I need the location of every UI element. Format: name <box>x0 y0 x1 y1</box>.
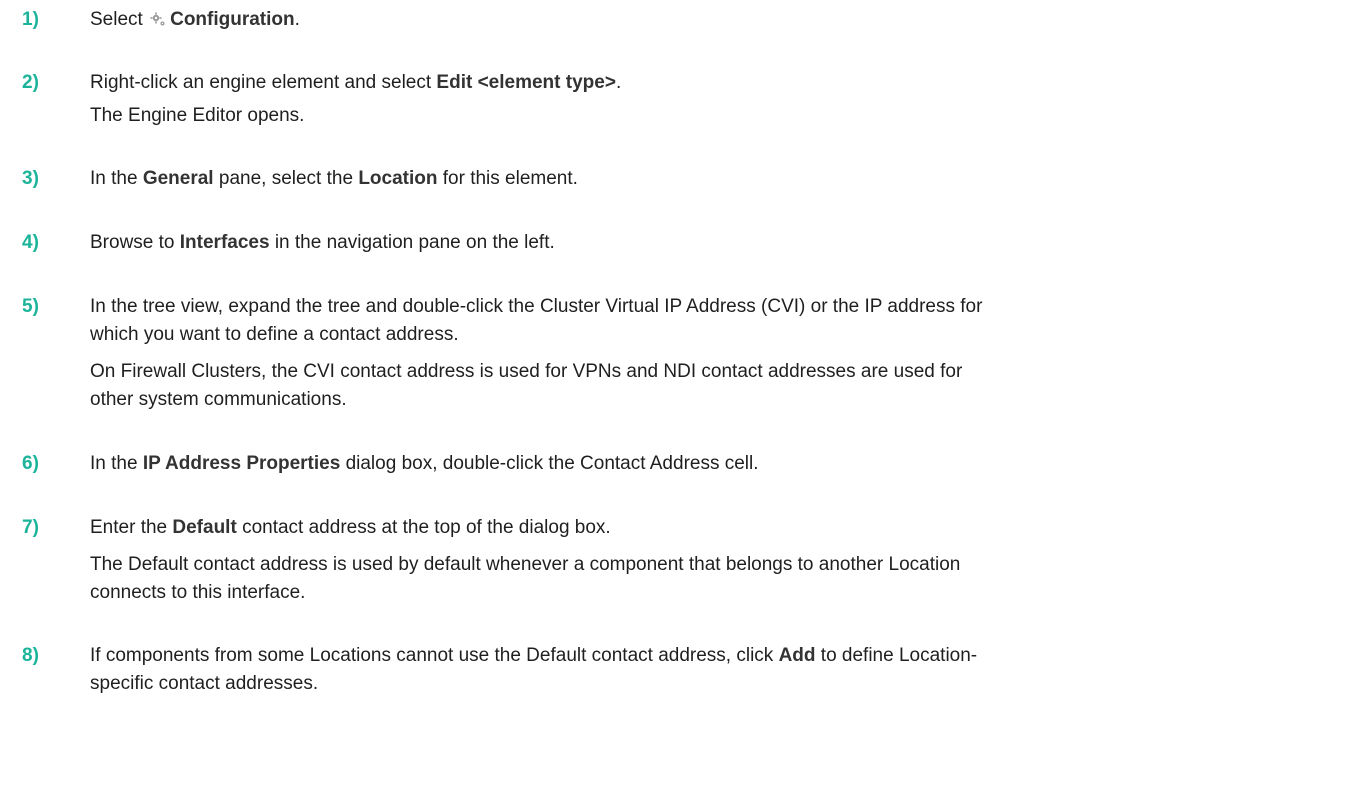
step-number: 7) <box>22 517 39 538</box>
step-result-line: other system communications. <box>90 389 347 410</box>
step-text-part: Right-click an engine element and select <box>90 72 437 93</box>
step-body: Enter the Default contact address at the… <box>90 514 1352 607</box>
step-text-part: . <box>294 9 300 30</box>
step-text: In the IP Address Properties dialog box,… <box>90 450 1352 478</box>
step-text-part: contact address at the top of the dialog… <box>236 517 611 538</box>
step-text: which you want to define a contact addre… <box>90 324 459 345</box>
step-number: 3) <box>22 168 39 189</box>
bold-term: Interfaces <box>179 232 270 253</box>
bold-term: Add <box>778 645 816 666</box>
step-body: In the tree view, expand the tree and do… <box>90 293 1352 414</box>
step-number: 1) <box>22 9 39 30</box>
step-text-part: dialog box, double-click the Contact Add… <box>340 453 759 474</box>
step-result-line: On Firewall Clusters, the CVI contact ad… <box>90 361 963 382</box>
step-text-part: If components from some Locations cannot… <box>90 645 779 666</box>
bold-term: Default <box>172 517 237 538</box>
step-text-part: . <box>615 72 622 93</box>
step-number: 4) <box>22 232 39 253</box>
step-text-part: in the navigation pane on the left. <box>269 232 555 253</box>
step-body: If components from some Locations cannot… <box>90 642 1352 698</box>
bold-term: General <box>142 168 214 189</box>
step-body: In the IP Address Properties dialog box,… <box>90 450 1352 478</box>
step-text-part: Select <box>90 9 149 30</box>
step-text: If components from some Locations cannot… <box>90 642 1352 670</box>
step-number: 8) <box>22 645 39 666</box>
step-text: In the General pane, select the Location… <box>90 165 1352 193</box>
step-result-line: The Default contact address is used by d… <box>90 554 961 575</box>
step-text-part: In the <box>90 168 143 189</box>
step-result: The Engine Editor opens. <box>90 105 305 126</box>
step-result: The Default contact address is used by d… <box>90 551 1352 607</box>
step-body: Browse to Interfaces in the navigation p… <box>90 229 1352 257</box>
step-result-line: connects to this interface. <box>90 582 306 603</box>
bold-term: IP Address Properties <box>142 453 341 474</box>
step-text-part: pane, select the <box>213 168 359 189</box>
step-body: Select Configuration. <box>90 6 1352 34</box>
step-number: 6) <box>22 453 39 474</box>
step-text-part: In the <box>90 453 143 474</box>
step-body: Right-click an engine element and select… <box>90 69 1352 130</box>
step-text-part: Browse to <box>90 232 180 253</box>
step-result: On Firewall Clusters, the CVI contact ad… <box>90 358 1352 414</box>
step-text: In the tree view, expand the tree and do… <box>90 296 983 317</box>
step-text: Right-click an engine element and select… <box>90 69 1352 97</box>
step-body: In the General pane, select the Location… <box>90 165 1352 193</box>
step-text-part: for this element. <box>437 168 578 189</box>
step-text-part: Enter the <box>90 517 173 538</box>
gear-icon <box>150 8 166 26</box>
step-text: Enter the Default contact address at the… <box>90 514 1352 542</box>
step-text: Browse to Interfaces in the navigation p… <box>90 229 1352 257</box>
step-text-part: to define Location- <box>815 645 978 666</box>
bold-term: Edit <element type> <box>436 72 616 93</box>
step-text: Select Configuration. <box>90 6 1352 34</box>
bold-term: Location <box>358 168 438 189</box>
step-number: 5) <box>22 296 39 317</box>
step-number: 2) <box>22 72 39 93</box>
bold-term: Configuration <box>170 9 295 30</box>
step-text: specific contact addresses. <box>90 673 319 694</box>
